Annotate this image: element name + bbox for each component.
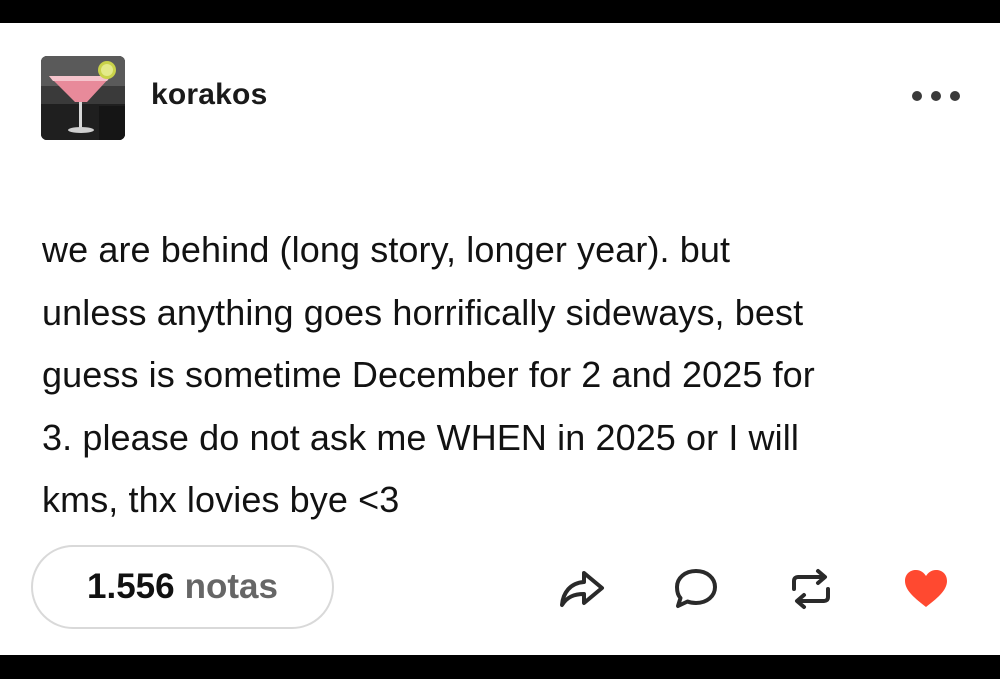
- screenshot-frame: korakos we are behind (long story, longe…: [0, 0, 1000, 679]
- post-body-line: 3. please do not ask me WHEN in 2025 or …: [42, 416, 799, 458]
- notes-button[interactable]: 1.556 notas: [31, 545, 334, 629]
- post-card: korakos we are behind (long story, longe…: [0, 23, 1000, 655]
- more-options-icon[interactable]: [912, 83, 960, 109]
- more-dot: [950, 91, 960, 101]
- post-body: we are behind (long story, longer year).…: [42, 219, 972, 532]
- share-icon[interactable]: [556, 563, 608, 615]
- post-body-line: guess is sometime December for 2 and 202…: [42, 354, 815, 395]
- more-dot: [931, 91, 941, 101]
- author-avatar[interactable]: [41, 56, 125, 140]
- more-dot: [912, 91, 922, 101]
- reply-icon[interactable]: [670, 563, 722, 615]
- reblog-icon[interactable]: [785, 563, 837, 615]
- post-body-line: kms, thx lovies bye <3: [42, 479, 400, 520]
- post-body-line: unless anything goes horrifically sidewa…: [42, 291, 804, 333]
- author-username[interactable]: korakos: [151, 78, 267, 112]
- post-body-line: we are behind (long story, longer year).…: [42, 229, 731, 270]
- notes-count: 1.556: [87, 567, 175, 606]
- avatar-image: [41, 56, 125, 140]
- notes-label: notas: [184, 567, 278, 606]
- heart-icon[interactable]: [900, 563, 952, 615]
